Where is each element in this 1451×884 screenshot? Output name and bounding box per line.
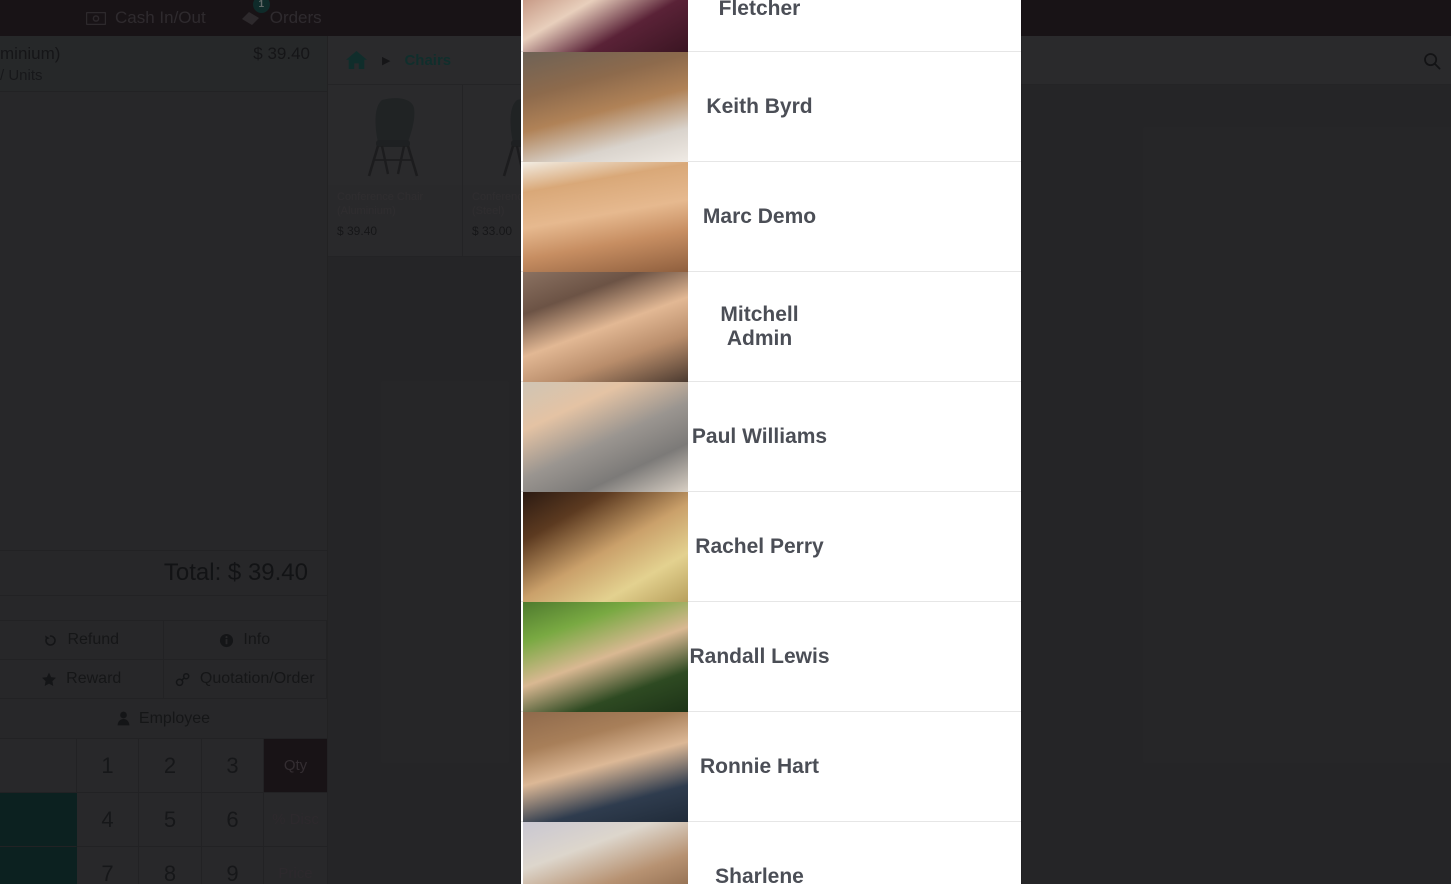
employee-name: Paul Williams: [691, 424, 828, 448]
avatar-ronnie-hart: [523, 712, 688, 822]
employee-name: Randall Lewis: [689, 644, 830, 668]
list-item[interactable]: Ronnie Hart: [521, 712, 1021, 822]
avatar-mitchell-admin: [523, 272, 688, 382]
avatar-paul-williams: [523, 382, 688, 492]
employee-name: Rachel Perry: [695, 534, 824, 558]
list-item[interactable]: Sharlene: [521, 822, 1021, 884]
list-item[interactable]: Mitchell Admin: [521, 272, 1021, 382]
avatar-randall-lewis: [523, 602, 688, 712]
avatar-marc-demo: [523, 162, 688, 272]
employee-name: Mitchell Admin: [720, 302, 799, 350]
pos-screen: Cash In/Out 1 Orders minium) $ 39.40 / U: [0, 0, 1451, 884]
employee-name: Sharlene: [715, 864, 804, 884]
list-item[interactable]: Rachel Perry: [521, 492, 1021, 602]
list-item[interactable]: Paul Williams: [521, 382, 1021, 492]
avatar-keith-byrd: [523, 52, 688, 162]
avatar-sharlene: [523, 822, 688, 884]
list-item[interactable]: Keith Byrd: [521, 52, 1021, 162]
employee-name: Marc Demo: [702, 204, 817, 228]
list-item[interactable]: Marc Demo: [521, 162, 1021, 272]
employee-name: Jennie Fletcher: [718, 0, 801, 20]
list-item[interactable]: Randall Lewis: [521, 602, 1021, 712]
list-item[interactable]: Jennie Fletcher: [521, 0, 1021, 52]
employee-name: Keith Byrd: [706, 94, 813, 118]
avatar-rachel-perry: [523, 492, 688, 602]
avatar-jennie-fletcher: [523, 0, 688, 52]
employee-name: Ronnie Hart: [699, 754, 819, 778]
employee-selection-popup: Jennie Fletcher Keith Byrd Marc Demo Mit…: [521, 0, 1021, 884]
